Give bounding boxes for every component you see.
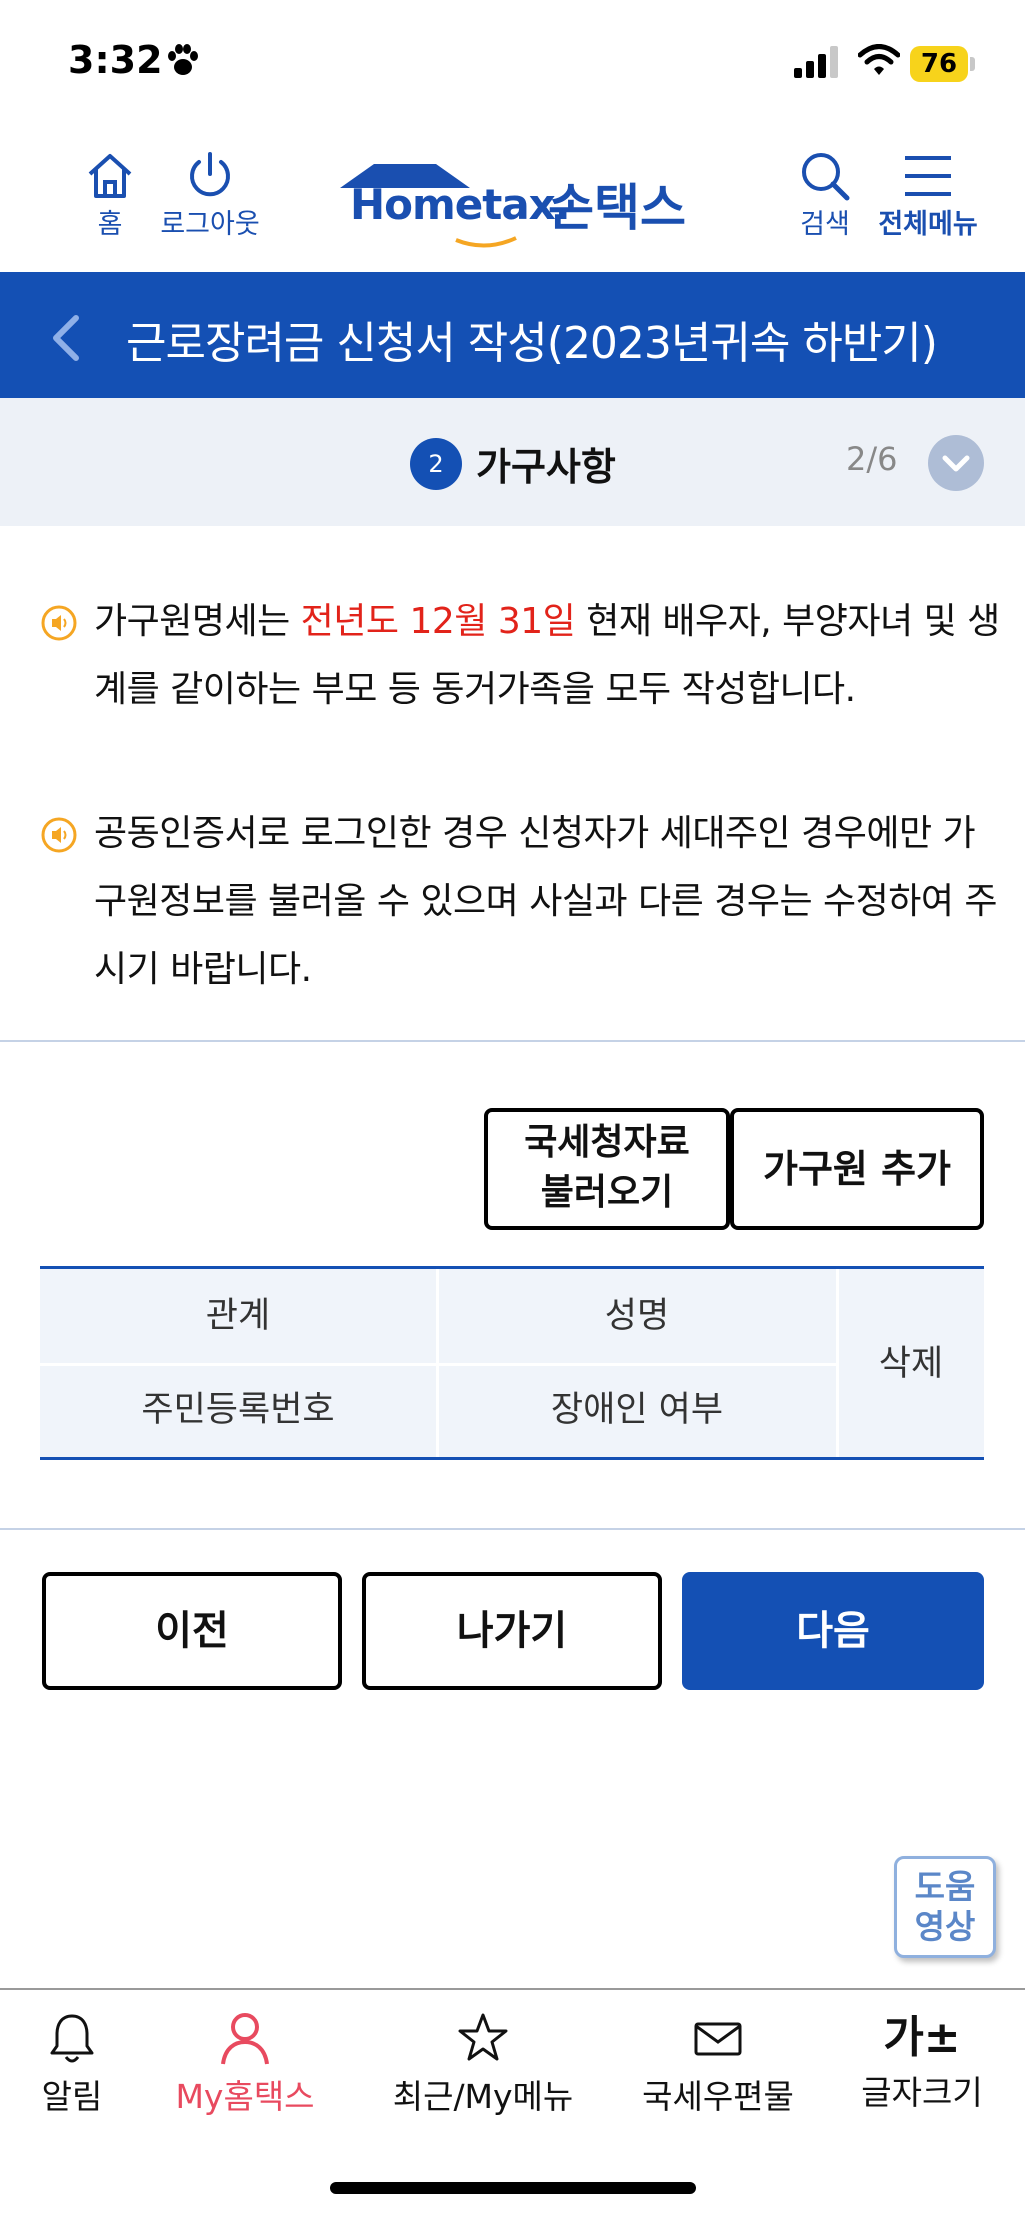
step-dropdown-button[interactable] (928, 435, 984, 491)
help-video-button[interactable]: 도움 영상 (894, 1856, 996, 1958)
hamburger-icon (905, 156, 951, 196)
page-title: 근로장려금 신청서 작성(2023년귀속 하반기) (126, 318, 938, 369)
home-label: 홈 (97, 209, 123, 240)
column-delete: 삭제 (878, 1344, 944, 1384)
search-label: 검색 (800, 209, 850, 240)
column-resident-number: 주민등록번호 (141, 1390, 335, 1430)
home-indicator (330, 2182, 696, 2194)
previous-button[interactable]: 이전 (42, 1572, 342, 1690)
tab-alerts-label: 알림 (41, 2077, 103, 2116)
notice-certificate-text: 공동인증서로 로그인한 경우 신청자가 세대주인 경우에만 가구원정보를 불러올… (94, 813, 998, 990)
table-divider (40, 1363, 836, 1366)
help-label-line2: 영상 (914, 1907, 976, 1946)
logo-text-en: Hometax. (350, 180, 571, 229)
help-label-line1: 도움 (914, 1867, 976, 1906)
notice-household-text: 가구원명세는 전년도 12월 31일 현재 배우자, 부양자녀 및 생계를 같이… (40, 588, 1000, 724)
search-button[interactable]: 검색 (782, 150, 868, 241)
column-relation: 관계 (205, 1296, 271, 1336)
tab-alerts[interactable]: 알림 (20, 2010, 124, 2118)
logo-text-kr: 손택스 (548, 179, 686, 237)
load-button-line1: 국세청자료 (524, 1122, 690, 1163)
speaker-icon (41, 605, 77, 641)
font-size-icon: 가± (883, 2012, 961, 2063)
full-menu-label: 전체메뉴 (878, 209, 978, 240)
notice-highlight-date: 전년도 12월 31일 (300, 601, 576, 642)
logout-label: 로그아웃 (160, 209, 260, 240)
status-time: 3:32 (68, 38, 163, 82)
chevron-down-icon (942, 455, 970, 472)
home-button[interactable]: 홈 (70, 150, 150, 241)
section-divider (0, 1040, 1025, 1042)
tab-font-size-label: 글자크기 (861, 2073, 983, 2112)
step-number-badge: 2 (410, 438, 462, 490)
load-button-line2: 불러오기 (540, 1172, 674, 1213)
add-household-member-button[interactable]: 가구원 추가 (730, 1108, 984, 1230)
tab-font-size[interactable]: 가± 글자크기 (848, 2010, 996, 2114)
battery-tip (970, 57, 975, 71)
tab-my-hometax[interactable]: My홈택스 (170, 2010, 320, 2118)
back-arrow-icon[interactable] (48, 312, 84, 364)
user-icon (221, 2013, 269, 2065)
bell-icon (50, 2014, 94, 2063)
tab-recent-my-menu[interactable]: 최근/My메뉴 (388, 2010, 578, 2118)
cellular-signal-icon (794, 46, 838, 78)
tab-recent-my-menu-label: 최근/My메뉴 (392, 2077, 574, 2116)
notice-household: 가구원명세는 전년도 12월 31일 현재 배우자, 부양자녀 및 생계를 같이… (40, 588, 1000, 724)
section-divider (0, 1528, 1025, 1530)
step-count: 2/6 (846, 440, 898, 478)
next-button[interactable]: 다음 (682, 1572, 984, 1690)
battery-level: 76 (910, 46, 968, 82)
search-icon (802, 153, 850, 201)
exit-button[interactable]: 나가기 (362, 1572, 662, 1690)
envelope-icon (694, 2022, 742, 2056)
step-label: 가구사항 (476, 445, 616, 489)
speaker-icon (41, 817, 77, 853)
full-menu-button[interactable]: 전체메뉴 (868, 150, 988, 241)
tab-my-hometax-label: My홈택스 (175, 2077, 315, 2116)
household-table-header: 관계 성명 삭제 주민등록번호 장애인 여부 (40, 1266, 984, 1460)
power-icon (190, 152, 230, 197)
column-disability: 장애인 여부 (550, 1390, 724, 1430)
wifi-icon (858, 44, 900, 75)
star-icon (458, 2013, 508, 2061)
notice-certificate: 공동인증서로 로그인한 경우 신청자가 세대주인 경우에만 가구원정보를 불러올… (40, 800, 1000, 1004)
paw-icon (168, 44, 198, 75)
tab-tax-mail-label: 국세우편물 (642, 2077, 794, 2116)
home-icon (88, 154, 132, 198)
column-name: 성명 (604, 1296, 670, 1336)
tab-tax-mail[interactable]: 국세우편물 (636, 2010, 800, 2118)
notice-text-pre: 가구원명세는 (94, 601, 301, 642)
logout-button[interactable]: 로그아웃 (150, 150, 270, 241)
load-nts-data-button[interactable]: 국세청자료 불러오기 (484, 1108, 730, 1230)
